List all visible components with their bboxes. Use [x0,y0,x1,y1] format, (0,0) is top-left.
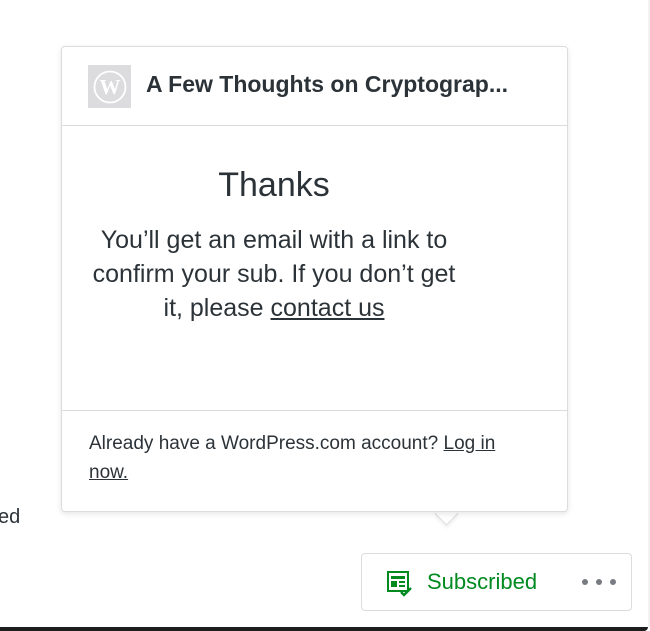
contact-us-link[interactable]: contact us [271,294,385,322]
subscribed-button[interactable]: Subscribed [361,553,632,611]
popup-footer: Already have a WordPress.com account? Lo… [89,429,539,487]
wordpress-logo-icon: W [88,65,131,108]
footer-text: Already have a WordPress.com account? [89,433,444,454]
page: ed W A Few Thoughts on Cryptograp... Tha… [0,0,650,631]
thanks-heading: Thanks [218,166,330,204]
window-bottom-edge [0,627,648,631]
ellipsis-icon[interactable] [582,568,616,596]
background-text: ed [0,506,21,528]
confirmation-message: You’ll get an email with a link to confi… [90,223,458,325]
svg-text:W: W [99,75,120,99]
popup-header: W A Few Thoughts on Cryptograp... [62,47,567,126]
subscribed-label: Subscribed [427,569,538,594]
subscribe-popup: W A Few Thoughts on Cryptograp... Thanks… [61,46,568,512]
popup-body: Thanks You’ll get an email with a link t… [62,126,567,411]
site-title: A Few Thoughts on Cryptograp... [146,71,509,97]
reader-subscribed-icon [387,571,412,597]
